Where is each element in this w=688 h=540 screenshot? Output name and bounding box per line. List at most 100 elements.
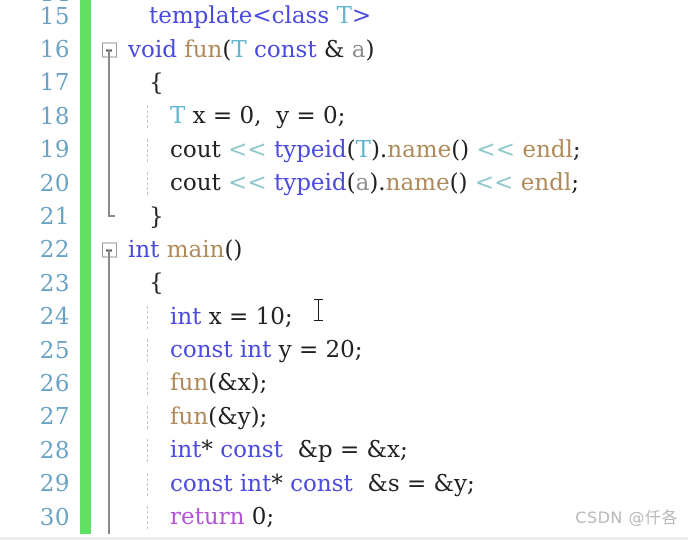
fold-margin[interactable]: [100, 166, 126, 201]
code-tokens: }: [128, 204, 164, 230]
line-number: 16: [39, 37, 70, 64]
token: ;: [572, 136, 581, 163]
code-text[interactable]: const int y = 20;: [126, 337, 688, 364]
token: {: [149, 69, 164, 96]
code-text[interactable]: template<class T>: [126, 5, 688, 28]
code-tokens: {: [128, 270, 164, 296]
code-tokens: template<class T>: [128, 3, 371, 29]
code-text[interactable]: cout << typeid(a).name() << endl;: [126, 170, 688, 197]
token: fun: [170, 370, 209, 397]
token: void: [128, 36, 177, 63]
fold-margin[interactable]: [100, 234, 126, 268]
fold-margin[interactable]: [100, 133, 126, 167]
change-bar: [80, 166, 91, 201]
code-line-row[interactable]: 29 const int* const &s = &y;: [0, 467, 688, 501]
indent-guide: [147, 339, 148, 363]
indent-guide: [147, 439, 148, 463]
code-text[interactable]: int x = 10;: [126, 303, 688, 330]
token: *: [201, 437, 221, 464]
code-tokens: const int* const &s = &y;: [128, 471, 475, 497]
code-text[interactable]: T x = 0, y = 0;: [126, 103, 688, 129]
fold-margin[interactable]: [100, 300, 126, 334]
gutter-spacer: [91, 300, 100, 334]
token: int: [128, 236, 160, 263]
code-line-row[interactable]: 22 int main(): [0, 233, 688, 268]
code-tokens: T x = 0, y = 0;: [128, 103, 345, 129]
change-bar: [80, 200, 91, 234]
fold-margin[interactable]: [100, 0, 126, 33]
indent-guide: [147, 472, 148, 496]
token: ).: [370, 136, 388, 163]
code-text[interactable]: cout << typeid(T).name() << endl;: [126, 137, 688, 163]
token: (): [451, 136, 477, 163]
code-text[interactable]: fun(&x);: [126, 370, 688, 397]
code-line-row[interactable]: 15 template<class T>: [0, 0, 688, 34]
token: x = 10;: [201, 303, 293, 330]
token: main: [166, 236, 225, 263]
change-bar: [80, 400, 91, 435]
code-line-row[interactable]: 16 void fun(T const & a): [0, 33, 688, 67]
token: <<: [228, 170, 267, 197]
code-line-row[interactable]: 19 cout << typeid(T).name() << endl;: [0, 133, 688, 167]
token: int: [239, 337, 272, 364]
line-number: 30: [39, 504, 70, 531]
fold-outline-line: [108, 250, 110, 268]
code-line-row[interactable]: 26 fun(&x);: [0, 367, 688, 401]
fold-margin[interactable]: [100, 66, 126, 101]
code-text[interactable]: fun(&y);: [126, 405, 688, 429]
code-line-row[interactable]: 25 const int y = 20;: [0, 333, 688, 368]
token: T: [170, 103, 186, 130]
fold-margin[interactable]: [100, 100, 126, 134]
code-line-row[interactable]: 21}: [0, 200, 688, 234]
code-line-row[interactable]: 17 {: [0, 66, 688, 101]
code-line-row[interactable]: 23 {: [0, 267, 688, 301]
fold-outline-line: [108, 367, 110, 401]
fold-margin[interactable]: [100, 33, 126, 67]
code-line-row[interactable]: 27 fun(&y);: [0, 400, 688, 435]
token: endl: [522, 136, 573, 163]
token: const: [170, 470, 233, 497]
fold-margin[interactable]: [100, 200, 126, 233]
token: 0;: [244, 504, 275, 531]
fold-outline-line: [108, 166, 110, 201]
code-tokens: void fun(T const & a): [128, 37, 374, 63]
fold-margin[interactable]: [100, 367, 126, 401]
fold-margin[interactable]: [100, 400, 126, 435]
code-tokens: cout << typeid(T).name() << endl;: [128, 137, 581, 163]
code-text[interactable]: {: [126, 69, 688, 96]
code-rows[interactable]: 15 template<class T> 16 void fun(T const & …: [0, 0, 688, 535]
token: y = 20;: [271, 337, 363, 364]
gutter-spacer: [91, 100, 100, 134]
fold-margin[interactable]: [100, 333, 126, 368]
token: *: [271, 470, 291, 497]
token: const: [290, 470, 353, 497]
line-number: 25: [39, 337, 70, 364]
fold-outline-line: [108, 300, 110, 334]
code-text[interactable]: const int* const &s = &y;: [126, 471, 688, 497]
code-text[interactable]: {: [126, 272, 688, 295]
change-bar: [80, 0, 91, 34]
code-text[interactable]: void fun(T const & a): [126, 37, 688, 63]
fold-margin[interactable]: [100, 500, 126, 535]
code-text[interactable]: int main(): [126, 236, 688, 263]
gutter-spacer: [91, 133, 100, 167]
indent-guide: [147, 506, 148, 530]
line-number: 23: [39, 270, 70, 297]
code-text[interactable]: }: [126, 204, 688, 230]
token: <<: [228, 136, 267, 163]
code-text[interactable]: int* const &p = &x;: [126, 437, 688, 464]
code-line-row[interactable]: 20 cout << typeid(a).name() << endl;: [0, 166, 688, 201]
code-line-row[interactable]: 24 int x = 10;: [0, 300, 688, 334]
token: const: [254, 36, 317, 63]
token: ;: [571, 170, 579, 197]
line-number: 17: [39, 70, 70, 97]
gutter-spacer: [91, 233, 100, 268]
fold-margin[interactable]: [100, 434, 126, 468]
code-editor[interactable]: 14 15template<class T>16void fun(T const…: [0, 0, 688, 540]
fold-margin[interactable]: [100, 267, 126, 301]
token: &p = &x;: [282, 437, 408, 464]
code-line-row[interactable]: 18 T x = 0, y = 0;: [0, 100, 688, 134]
code-line-row[interactable]: 28 int* const &p = &x;: [0, 434, 688, 468]
fold-margin[interactable]: [100, 467, 126, 501]
token: ): [365, 36, 375, 63]
